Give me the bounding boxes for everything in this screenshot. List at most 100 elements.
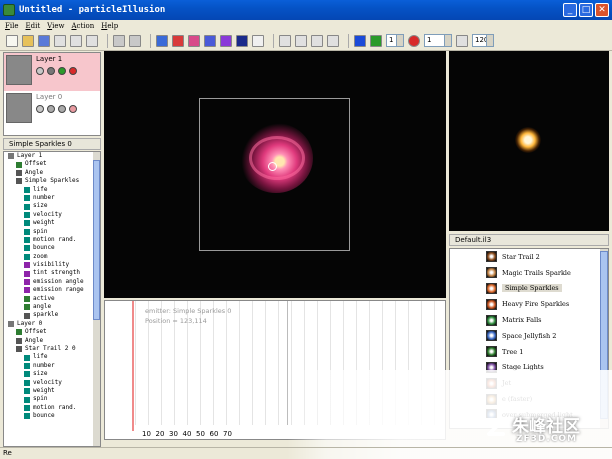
tree-item[interactable]: life — [4, 186, 100, 194]
open-folder-icon[interactable] — [22, 34, 34, 47]
layer-visible-icon[interactable] — [36, 105, 44, 113]
frame-input-2[interactable]: 1 — [424, 34, 452, 47]
tree-item[interactable]: size — [4, 370, 100, 378]
minimize-button[interactable]: _ — [563, 3, 577, 17]
frame-input[interactable]: 1 — [386, 34, 404, 47]
timeline-cursor[interactable] — [132, 301, 134, 431]
library-item[interactable]: Star Trail 2 — [450, 249, 608, 265]
play-icon[interactable] — [370, 34, 382, 47]
property-icon — [24, 237, 30, 244]
library-item[interactable]: Heavy Fire Sparkles — [450, 296, 608, 312]
redo-icon[interactable] — [129, 34, 141, 47]
new-file-icon[interactable] — [6, 34, 18, 47]
tree-item[interactable]: sparkle — [4, 311, 100, 319]
tree-item-label: weight — [33, 219, 55, 227]
property-icon — [24, 354, 30, 361]
cut-icon[interactable] — [54, 34, 66, 47]
paste-icon[interactable] — [86, 34, 98, 47]
tree-item[interactable]: number — [4, 194, 100, 202]
tree-item[interactable]: motion rand. — [4, 404, 100, 412]
tree-item[interactable]: spin — [4, 395, 100, 403]
tree-item-label: Layer 1 — [17, 152, 43, 159]
tree-item[interactable]: life — [4, 353, 100, 361]
force-tool-icon[interactable] — [220, 34, 232, 47]
library-item[interactable]: Space Jellyfish 2 — [450, 328, 608, 344]
layer-tool-icon[interactable] — [156, 34, 168, 47]
property-icon — [24, 270, 30, 277]
copy-icon[interactable] — [70, 34, 82, 47]
emitter-handle[interactable] — [268, 162, 277, 171]
fps-input[interactable]: 120 — [472, 34, 494, 47]
view-option-icon[interactable] — [295, 34, 307, 47]
tree-item[interactable]: size — [4, 202, 100, 210]
tree-item[interactable]: bounce — [4, 244, 100, 252]
tree-item[interactable]: velocity — [4, 211, 100, 219]
undo-icon[interactable] — [113, 34, 125, 47]
particle-ring — [249, 136, 305, 180]
loop-icon[interactable] — [456, 34, 468, 47]
tree-item[interactable]: Offset — [4, 160, 100, 168]
tree-item[interactable]: Layer 0 — [4, 320, 100, 328]
tree-item[interactable]: motion rand. — [4, 236, 100, 244]
property-icon — [16, 161, 22, 168]
tree-item[interactable]: Layer 1 — [4, 152, 100, 160]
menu-action[interactable]: Action — [71, 22, 94, 30]
layer-lock-icon[interactable] — [47, 105, 55, 113]
property-icon — [16, 169, 22, 176]
layer-color-icon[interactable] — [69, 105, 77, 113]
tree-item[interactable]: spin — [4, 228, 100, 236]
view-option-icon[interactable] — [311, 34, 323, 47]
menu-help[interactable]: Help — [101, 22, 118, 30]
tree-item[interactable]: zoom — [4, 253, 100, 261]
tree-item[interactable]: tint strength — [4, 269, 100, 277]
library-item[interactable]: Tree 1 — [450, 344, 608, 360]
record-icon[interactable] — [408, 34, 420, 47]
rewind-icon[interactable] — [354, 34, 366, 47]
tree-item[interactable]: Angle — [4, 337, 100, 345]
layer-row-1[interactable]: Layer 1 — [4, 53, 100, 91]
layer-solo-icon[interactable] — [58, 67, 66, 75]
tree-item[interactable]: active — [4, 295, 100, 303]
tree-item[interactable]: visibility — [4, 261, 100, 269]
tree-item[interactable]: emission angle — [4, 278, 100, 286]
close-button[interactable]: ✕ — [595, 3, 609, 17]
stage-viewport[interactable] — [104, 51, 446, 298]
deflector-tool-icon[interactable] — [188, 34, 200, 47]
tree-item[interactable]: emission range — [4, 286, 100, 294]
tree-item-label: spin — [33, 227, 48, 235]
tree-item[interactable]: velocity — [4, 379, 100, 387]
property-icon — [8, 153, 14, 160]
tree-item[interactable]: bounce — [4, 412, 100, 420]
maximize-button[interactable]: □ — [579, 3, 593, 17]
view-option-icon[interactable] — [327, 34, 339, 47]
save-icon[interactable] — [38, 34, 50, 47]
library-item[interactable]: Simple Sparkles — [450, 281, 608, 297]
view-option-icon[interactable] — [279, 34, 291, 47]
tree-item[interactable]: weight — [4, 387, 100, 395]
menu-edit[interactable]: Edit — [25, 22, 40, 30]
layer-color-icon[interactable] — [69, 67, 77, 75]
tree-item[interactable]: number — [4, 362, 100, 370]
starfield-icon[interactable] — [236, 34, 248, 47]
sparkle-tool-icon[interactable] — [252, 34, 264, 47]
layer-solo-icon[interactable] — [58, 105, 66, 113]
layer-visible-icon[interactable] — [36, 67, 44, 75]
tree-item[interactable]: Offset — [4, 328, 100, 336]
library-item-label: Magic Trails Sparkle — [502, 268, 571, 277]
layer-lock-icon[interactable] — [47, 67, 55, 75]
tree-item[interactable]: Simple Sparkles — [4, 177, 100, 185]
blocker-tool-icon[interactable] — [204, 34, 216, 47]
tree-item[interactable]: Angle — [4, 169, 100, 177]
emitter-tool-icon[interactable] — [172, 34, 184, 47]
property-icon — [24, 362, 30, 369]
library-item[interactable]: Magic Trails Sparkle — [450, 265, 608, 281]
tree-scrollbar[interactable] — [93, 152, 100, 446]
layer-row-0[interactable]: Layer 0 — [4, 91, 100, 129]
menu-view[interactable]: View — [47, 22, 64, 30]
tree-item[interactable]: angle — [4, 303, 100, 311]
menu-file[interactable]: File — [5, 22, 18, 30]
tree-item[interactable]: weight — [4, 219, 100, 227]
library-item[interactable]: Matrix Falls — [450, 312, 608, 328]
tree-scroll-thumb[interactable] — [93, 160, 100, 320]
tree-item[interactable]: Star Trail 2 0 — [4, 345, 100, 353]
